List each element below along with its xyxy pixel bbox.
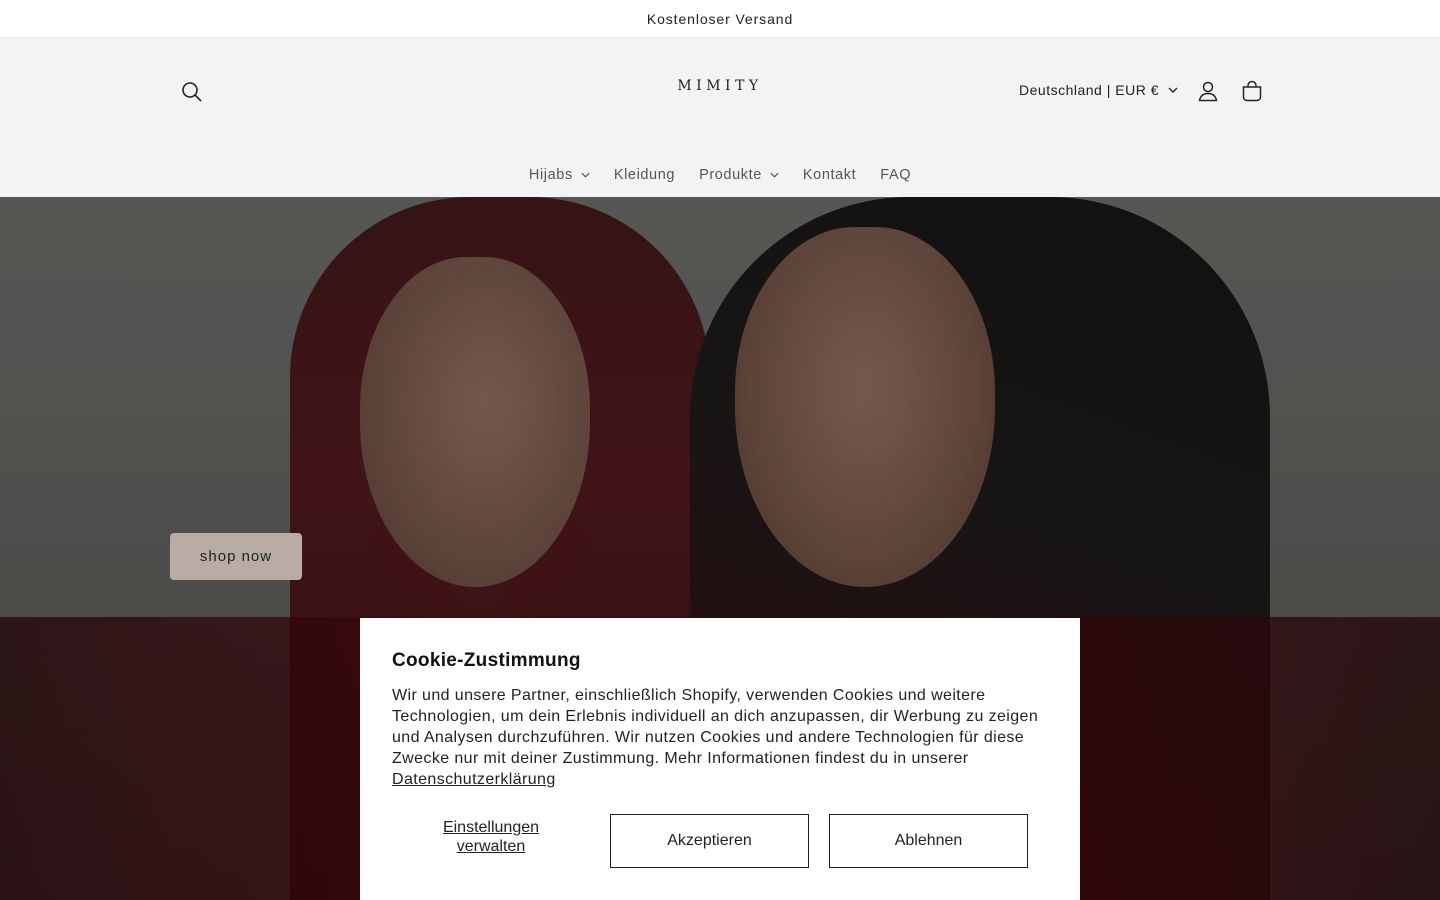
nav-item-label: Kleidung: [613, 167, 676, 183]
chevron-down-icon: [581, 172, 590, 178]
announcement-text: Kostenloser Versand: [646, 10, 794, 27]
announcement-bar: Kostenloser Versand: [0, 0, 1440, 38]
nav-item-label: Produkte: [699, 167, 762, 183]
decline-button[interactable]: Ablehnen: [829, 814, 1028, 868]
nav-item-hijabs[interactable]: Hijabs: [517, 162, 602, 188]
cookie-body: Wir und unsere Partner, einschließlich S…: [392, 687, 1039, 767]
site-header: MIMITY Deutschland | EUR € Hijabs Kleidu…: [0, 38, 1440, 197]
account-button[interactable]: [1188, 71, 1228, 111]
privacy-policy-link[interactable]: Datenschutzerklärung: [392, 771, 556, 788]
nav-item-label: FAQ: [880, 167, 912, 183]
localization-label: Deutschland | EUR €: [1019, 82, 1159, 98]
logo-text: MIMITY: [677, 78, 763, 94]
shop-now-label: shop now: [199, 548, 273, 565]
chevron-down-icon: [770, 172, 779, 178]
nav-item-label: Hijabs: [528, 167, 573, 183]
nav-item-produkte[interactable]: Produkte: [687, 162, 791, 188]
shop-now-button[interactable]: shop now: [170, 533, 302, 580]
cart-button[interactable]: [1232, 71, 1272, 111]
cookie-title: Cookie-Zustimmung: [392, 650, 581, 671]
nav-item-faq[interactable]: FAQ: [868, 162, 923, 188]
nav-item-label: Kontakt: [802, 167, 857, 183]
localization-selector[interactable]: Deutschland | EUR €: [1019, 78, 1178, 102]
accept-button[interactable]: Akzeptieren: [610, 814, 809, 868]
account-icon: [1198, 81, 1218, 102]
main-navigation: Hijabs Kleidung Produkte Kontakt FAQ: [0, 162, 1440, 188]
cookie-consent-dialog: Cookie-Zustimmung Wir und unsere Partner…: [360, 618, 1080, 900]
manage-settings-button[interactable]: Einstellungen verwalten: [424, 818, 558, 856]
cookie-text: Wir und unsere Partner, einschließlich S…: [392, 685, 1042, 790]
nav-item-kleidung[interactable]: Kleidung: [602, 162, 687, 188]
cart-icon: [1242, 80, 1262, 102]
chevron-down-icon: [1168, 87, 1178, 93]
cookie-actions: Einstellungen verwalten Akzeptieren Able…: [392, 814, 1028, 868]
nav-item-kontakt[interactable]: Kontakt: [791, 162, 868, 188]
